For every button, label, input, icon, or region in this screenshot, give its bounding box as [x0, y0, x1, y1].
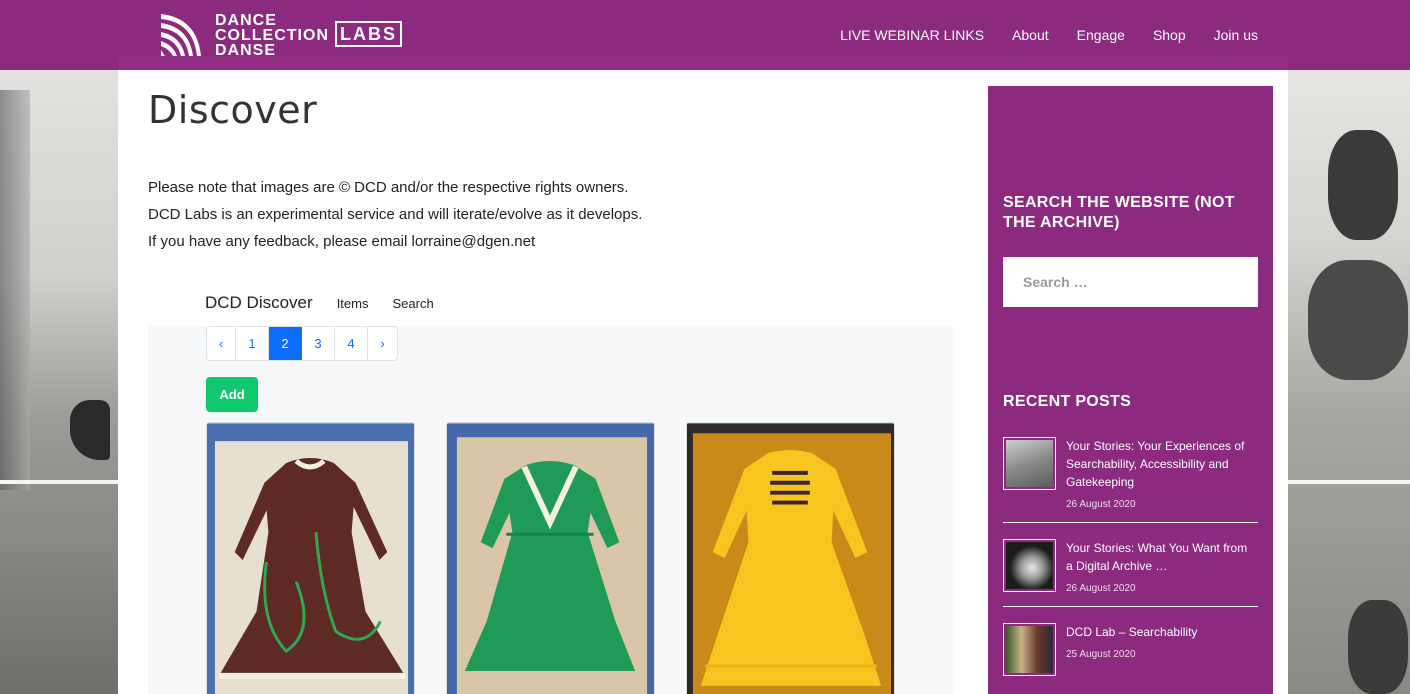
item-card-brown-dress[interactable]: [206, 422, 415, 694]
photo-shadow: [0, 90, 30, 490]
collage-photo-icon: [1006, 626, 1053, 673]
discover-nav-search[interactable]: Search: [392, 296, 433, 311]
green-dress-photo-icon: [447, 423, 654, 694]
search-website-heading: SEARCH THE WEBSITE (NOT THE ARCHIVE): [1003, 194, 1235, 231]
post-title[interactable]: DCD Lab – Searchability: [1066, 623, 1256, 641]
logo-wordmark: DANCE COLLECTION DANSE: [215, 11, 329, 58]
recent-post[interactable]: Your Stories: What You Want from a Digit…: [1003, 539, 1258, 607]
brown-dress-photo-icon: [207, 423, 414, 694]
post-title[interactable]: Your Stories: What You Want from a Digit…: [1066, 539, 1256, 575]
post-thumbnail[interactable]: [1003, 539, 1056, 592]
dance-swirl-logo-icon: [161, 14, 201, 56]
discover-brand[interactable]: DCD Discover: [205, 293, 313, 313]
dancer-figure: [1348, 600, 1408, 694]
post-thumbnail[interactable]: [1003, 623, 1056, 676]
pagination-next[interactable]: ›: [368, 327, 397, 360]
post-title[interactable]: Your Stories: Your Experiences of Search…: [1066, 437, 1256, 491]
photo-seam: [1288, 480, 1410, 484]
header-strip: [118, 56, 1288, 70]
discover-navbar: DCD Discover Items Search: [148, 280, 953, 326]
add-button[interactable]: Add: [206, 377, 258, 412]
page-title: Discover: [148, 88, 318, 132]
pagination-page-2[interactable]: 2: [269, 327, 302, 360]
nav-join-us[interactable]: Join us: [1214, 27, 1258, 43]
notice-line: Please note that images are © DCD and/or…: [148, 179, 629, 196]
background-photo-left: [0, 0, 118, 694]
dancers-photo-icon: [1006, 440, 1053, 487]
pagination: ‹ 1 2 3 4 ›: [206, 326, 398, 361]
sidebar: SEARCH THE WEBSITE (NOT THE ARCHIVE) REC…: [988, 86, 1273, 694]
post-thumbnail[interactable]: [1003, 437, 1056, 490]
dancer-figure: [1328, 130, 1398, 240]
nav-about[interactable]: About: [1012, 27, 1049, 43]
background-photo-right: [1288, 0, 1410, 694]
nav-shop[interactable]: Shop: [1153, 27, 1186, 43]
yellow-dress-photo-icon: [687, 423, 894, 694]
logo-line: DANCE: [215, 11, 277, 29]
pagination-page-3[interactable]: 3: [302, 327, 335, 360]
dancer-figure: [1308, 260, 1408, 380]
item-card-yellow-dress[interactable]: [686, 422, 895, 694]
photo-seam: [0, 480, 118, 484]
dancer-photo-icon: [1006, 542, 1053, 589]
notice-line: DCD Labs is an experimental service and …: [148, 206, 643, 223]
recent-posts-heading: RECENT POSTS: [1003, 393, 1132, 410]
logo-line: COLLECTION: [215, 26, 329, 44]
logo-labs-badge: LABS: [335, 21, 402, 47]
pagination-page-4[interactable]: 4: [335, 327, 368, 360]
pagination-prev[interactable]: ‹: [207, 327, 236, 360]
notice-line: If you have any feedback, please email l…: [148, 233, 536, 250]
discover-body: ‹ 1 2 3 4 › Add: [148, 326, 953, 694]
recent-post[interactable]: Your Stories: Your Experiences of Search…: [1003, 437, 1258, 523]
item-card-green-dress[interactable]: [446, 422, 655, 694]
post-date: 26 August 2020: [1066, 583, 1136, 594]
nav-engage[interactable]: Engage: [1077, 27, 1125, 43]
site-logo[interactable]: DANCE COLLECTION DANSE LABS: [157, 10, 402, 60]
dancer-leg: [70, 400, 110, 460]
website-search-input[interactable]: [1003, 257, 1258, 307]
post-date: 26 August 2020: [1066, 499, 1136, 510]
nav-live-webinar-links[interactable]: LIVE WEBINAR LINKS: [840, 27, 984, 43]
discover-nav-items[interactable]: Items: [337, 296, 369, 311]
notice-text: Please note that images are © DCD and/or…: [148, 174, 642, 255]
pagination-page-1[interactable]: 1: [236, 327, 269, 360]
post-date: 25 August 2020: [1066, 649, 1136, 660]
recent-post[interactable]: DCD Lab – Searchability 25 August 2020: [1003, 623, 1258, 694]
